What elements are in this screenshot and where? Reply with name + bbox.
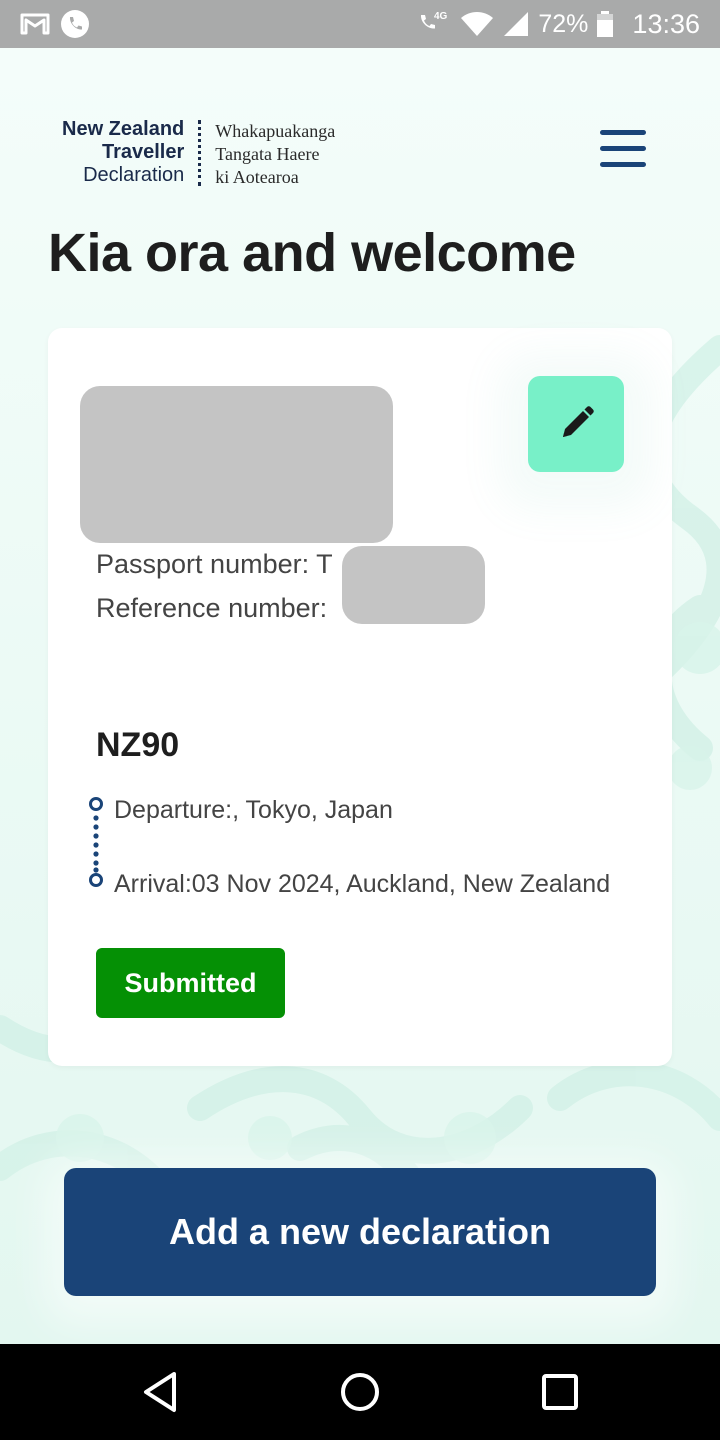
svg-text:4G: 4G [434,11,448,22]
declaration-card[interactable]: Passport number: T Reference number: NZ9… [48,328,672,1066]
logo-maori-line-1: Whakapuakanga [215,121,336,141]
route-timeline-icon [89,797,103,887]
home-icon[interactable] [334,1366,386,1418]
page-title: Kia ora and welcome [48,223,576,283]
status-bar: 4G 72% 13:36 [0,0,720,48]
clock: 13:36 [632,8,700,39]
redacted-name [80,386,393,543]
wifi-icon [461,12,494,36]
logo-maori: Whakapuakanga Tangata Haere ki Aotearoa [215,118,335,189]
hamburger-icon[interactable] [600,130,648,174]
redacted-number [342,546,485,624]
gmail-icon [20,13,50,35]
logo-divider [198,120,202,186]
phone-call-icon [61,10,89,38]
logo-english: New Zealand Traveller Declaration [62,118,184,189]
status-badge: Submitted [96,948,285,1018]
add-declaration-button[interactable]: Add a new declaration [64,1168,656,1296]
passport-number: Passport number: T [96,549,333,579]
call-4g-icon: 4G [421,11,448,29]
departure-info: Departure:, Tokyo, Japan [114,796,393,824]
flight-number: NZ90 [96,726,180,764]
logo-maori-line-3: ki Aotearoa [215,167,299,187]
recents-icon[interactable] [534,1366,586,1418]
back-icon[interactable] [134,1366,186,1418]
arrival-info: Arrival:03 Nov 2024, Auckland, New Zeala… [114,870,611,898]
logo-maori-line-2: Tangata Haere [215,144,320,164]
battery-icon [597,11,614,37]
battery-percentage: 72% [538,9,589,38]
pencil-icon [563,406,594,437]
app-logo: New Zealand Traveller Declaration Whakap… [62,118,335,189]
reference-number: Reference number: [96,593,328,623]
logo-line-2: Traveller [101,141,185,163]
navigation-bar [0,1344,720,1440]
logo-line-3: Declaration [83,164,185,186]
signal-icon [504,12,529,36]
logo-line-1: New Zealand [62,118,185,140]
edit-button[interactable] [528,376,624,472]
